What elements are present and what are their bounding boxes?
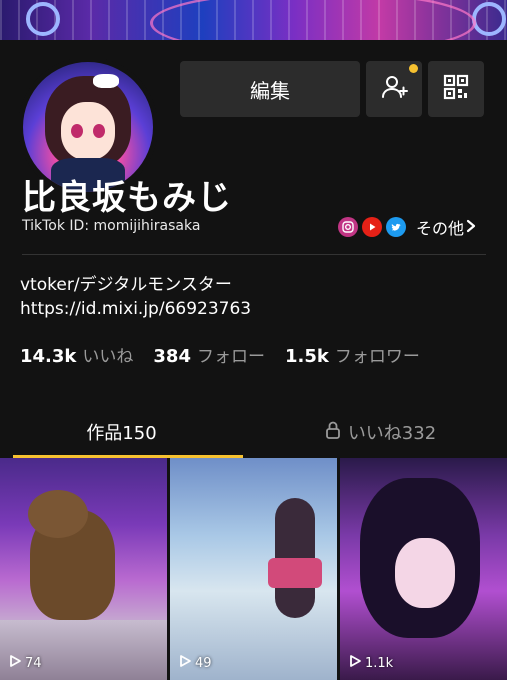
tab-works-label: 作品150 <box>86 423 157 444</box>
divider <box>22 254 486 255</box>
stat-following[interactable]: 384 フォロー <box>153 342 265 367</box>
stat-label: フォロー <box>196 347 265 367</box>
bio: vtoker/デジタルモンスター https://id.mixi.jp/6692… <box>20 273 251 321</box>
view-count: 49 <box>178 654 212 672</box>
video-grid: 74 49 1.1k <box>0 458 507 680</box>
video-thumbnail[interactable]: 1.1k <box>340 458 507 680</box>
stat-label: フォロワー <box>334 347 420 367</box>
view-count-value: 49 <box>195 655 212 671</box>
qr-code-icon <box>443 74 469 104</box>
tiktok-id: TikTok ID: momijihirasaka <box>22 218 201 234</box>
play-icon <box>178 654 192 672</box>
profile-panel: 編集 比良坂もみじ TikTok ID: momijihirasaka その他 … <box>0 40 507 680</box>
play-icon <box>348 654 362 672</box>
bio-text: vtoker/デジタルモンスター <box>20 275 232 295</box>
qr-code-button[interactable] <box>428 61 484 117</box>
tab-liked-label: いいね332 <box>347 423 437 444</box>
lock-icon <box>324 420 342 445</box>
video-thumbnail[interactable]: 49 <box>170 458 337 680</box>
stat-value: 384 <box>153 346 191 367</box>
stat-label: いいね <box>82 347 134 367</box>
profile-tabs: 作品150 いいね332 <box>0 406 507 458</box>
play-icon <box>8 654 22 672</box>
notification-dot <box>409 64 418 73</box>
chevron-right-icon <box>466 218 476 237</box>
social-links: その他 <box>338 215 476 239</box>
view-count: 74 <box>8 654 42 672</box>
video-thumbnail[interactable]: 74 <box>0 458 167 680</box>
view-count-value: 1.1k <box>365 655 394 671</box>
youtube-icon[interactable] <box>362 217 382 237</box>
stat-followers[interactable]: 1.5k フォロワー <box>285 342 420 367</box>
tab-liked[interactable]: いいね332 <box>253 406 507 458</box>
twitter-icon[interactable] <box>386 217 406 237</box>
view-count: 1.1k <box>348 654 393 672</box>
stat-value: 1.5k <box>284 346 329 367</box>
more-links-button[interactable]: その他 <box>416 215 476 239</box>
banner-decoration <box>472 2 506 36</box>
banner-decoration <box>26 2 60 36</box>
tab-works[interactable]: 作品150 <box>0 406 243 458</box>
display-name: 比良坂もみじ <box>22 178 232 218</box>
view-count-value: 74 <box>25 655 42 671</box>
stat-value: 14.3k <box>20 346 77 367</box>
edit-profile-button[interactable]: 編集 <box>180 61 360 117</box>
profile-banner <box>0 0 507 40</box>
add-user-icon <box>380 73 408 105</box>
profile-stats: 14.3k いいね 384 フォロー 1.5k フォロワー <box>20 342 440 367</box>
stat-likes[interactable]: 14.3k いいね <box>20 342 133 367</box>
add-friend-button[interactable] <box>366 61 422 117</box>
bio-link[interactable]: https://id.mixi.jp/66923763 <box>20 297 251 321</box>
more-links-label: その他 <box>416 219 465 238</box>
instagram-icon[interactable] <box>338 217 358 237</box>
